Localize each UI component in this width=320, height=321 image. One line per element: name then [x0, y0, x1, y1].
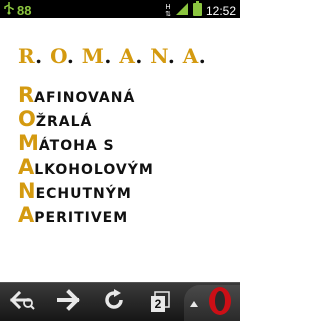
title-letter: R	[18, 44, 36, 68]
reload-button[interactable]	[96, 283, 132, 321]
line-initial: O	[18, 107, 36, 131]
title-letter: N	[150, 44, 168, 68]
acronym-line: O žralá	[18, 107, 154, 131]
page-content: R. O. M. A. N. A. R afinovaná O žralá M …	[0, 18, 240, 282]
line-initial: N	[18, 179, 36, 203]
title-letter: M	[81, 44, 105, 68]
chevron-up-icon	[190, 294, 198, 312]
back-button[interactable]	[4, 283, 40, 321]
line-text: átoha s	[38, 138, 115, 154]
reload-icon	[102, 288, 126, 317]
browser-toolbar: 2	[0, 282, 240, 321]
tab-count: 2	[154, 297, 162, 311]
line-initial: R	[18, 83, 35, 107]
forward-icon	[56, 288, 80, 316]
forward-button[interactable]	[50, 283, 86, 321]
title-letter: A	[182, 44, 199, 68]
notification-count: 88	[17, 2, 32, 18]
tabs-icon: 2	[149, 291, 171, 313]
line-initial: A	[18, 203, 35, 227]
acronym-line: A peritivem	[18, 203, 154, 227]
line-initial: A	[18, 155, 35, 179]
line-text: peritivem	[34, 210, 129, 226]
status-bar: 88 H ⇅ 12:52	[0, 0, 240, 18]
tabs-button[interactable]: 2	[142, 283, 178, 321]
acronym-line: N echutným	[18, 179, 154, 203]
acronym-line: M átoha s	[18, 131, 154, 155]
network-type-label: H	[165, 4, 171, 11]
line-text: afinovaná	[34, 90, 136, 106]
acronym-title: R. O. M. A. N. A.	[18, 44, 207, 68]
acronym-line: A lkoholovým	[18, 155, 154, 179]
acronym-expansion: R afinovaná O žralá M átoha s A lkoholov…	[18, 83, 154, 227]
title-letter: A	[119, 44, 136, 68]
acronym-line: R afinovaná	[18, 83, 154, 107]
hspa-icon: H ⇅	[165, 4, 171, 18]
line-initial: M	[18, 131, 39, 155]
opera-menu-button[interactable]	[184, 285, 240, 321]
title-letter: O	[50, 44, 67, 68]
line-text: echutným	[35, 186, 132, 202]
back-icon	[9, 289, 35, 316]
clock: 12:52	[205, 4, 236, 18]
opera-logo-icon	[208, 286, 232, 321]
line-text: žralá	[35, 114, 93, 130]
line-text: lkoholovým	[34, 162, 154, 178]
